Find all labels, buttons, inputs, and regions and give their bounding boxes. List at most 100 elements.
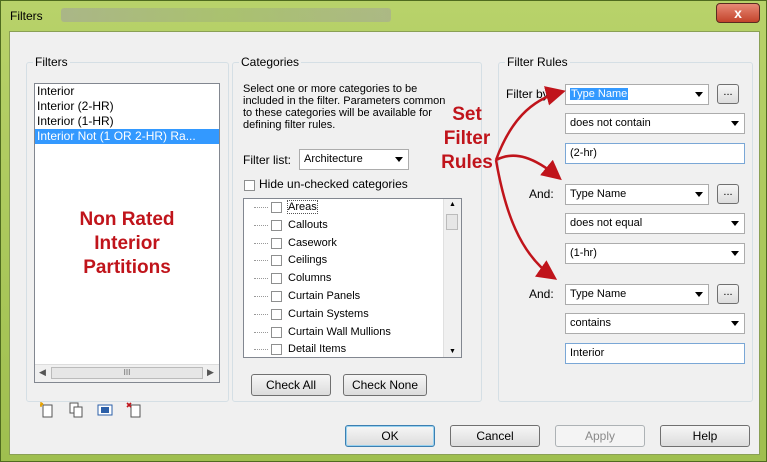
rule-2-ellipsis-button[interactable]: ... bbox=[717, 184, 739, 204]
category-item[interactable]: Areas bbox=[244, 199, 461, 217]
window-title: Filters bbox=[10, 9, 43, 23]
delete-filter-icon[interactable] bbox=[126, 402, 142, 418]
apply-button[interactable]: Apply bbox=[555, 425, 645, 447]
chevron-down-icon bbox=[731, 121, 739, 126]
hide-unchecked-label: Hide un-checked categories bbox=[259, 177, 408, 191]
chevron-down-icon bbox=[695, 92, 703, 97]
rule-2-operator-dropdown[interactable]: does not equal bbox=[565, 213, 745, 234]
filters-group-label: Filters bbox=[33, 55, 70, 69]
rule-3-value-field[interactable]: Interior bbox=[565, 343, 745, 364]
rule-3-operator-dropdown[interactable]: contains bbox=[565, 313, 745, 334]
rename-filter-icon[interactable] bbox=[97, 402, 113, 418]
rule-3-operator: contains bbox=[570, 317, 611, 329]
category-item[interactable]: Curtain Systems bbox=[244, 306, 461, 324]
category-label: Curtain Systems bbox=[288, 307, 369, 320]
filter-item-interior-1hr[interactable]: Interior (1-HR) bbox=[35, 114, 219, 129]
rule-1-parameter-dropdown[interactable]: Type Name bbox=[565, 84, 709, 105]
non-rated-annotation: Non Rated Interior Partitions bbox=[47, 208, 207, 280]
annotation-line: Filter bbox=[443, 128, 491, 149]
category-label: Curtain Wall Mullions bbox=[288, 325, 391, 338]
category-label: Areas bbox=[287, 200, 318, 214]
filter-item-interior[interactable]: Interior bbox=[35, 84, 219, 99]
set-filter-rules-annotation: Set Filter Rules bbox=[432, 103, 502, 175]
category-checkbox[interactable] bbox=[271, 202, 282, 213]
blurred-title-text bbox=[61, 8, 391, 22]
rule-2-operator: does not equal bbox=[570, 217, 643, 229]
ok-button[interactable]: OK bbox=[345, 425, 435, 447]
category-label: Columns bbox=[288, 272, 332, 285]
category-label: Ceilings bbox=[288, 254, 328, 267]
chevron-down-icon bbox=[731, 251, 739, 256]
rule-2-value-dropdown[interactable]: (1-hr) bbox=[565, 243, 745, 264]
filter-item-interior-not-rated[interactable]: Interior Not (1 OR 2-HR) Ra... bbox=[35, 129, 219, 144]
chevron-down-icon bbox=[731, 321, 739, 326]
rule-1-operator: does not contain bbox=[570, 117, 651, 129]
category-checkbox[interactable] bbox=[271, 255, 282, 267]
categories-description: Select one or more categories to be incl… bbox=[243, 83, 446, 131]
new-filter-icon[interactable] bbox=[39, 402, 55, 418]
filters-group: Filters Interior Interior (2-HR) Interio… bbox=[26, 55, 229, 418]
category-checkbox[interactable] bbox=[271, 344, 282, 356]
category-item[interactable]: Callouts bbox=[244, 217, 461, 235]
category-label: Casework bbox=[288, 236, 337, 249]
duplicate-filter-icon[interactable] bbox=[68, 402, 84, 418]
hide-unchecked-checkbox[interactable] bbox=[244, 180, 255, 191]
category-item[interactable]: Curtain Panels bbox=[244, 288, 461, 306]
close-button[interactable]: x bbox=[716, 3, 760, 23]
rule-3-parameter: Type Name bbox=[570, 288, 627, 300]
category-label: Detail Items bbox=[288, 343, 347, 356]
annotation-line: Interior bbox=[94, 233, 160, 254]
rule-3-parameter-dropdown[interactable]: Type Name bbox=[565, 284, 709, 305]
filter-list-value: Architecture bbox=[304, 153, 363, 165]
category-checkbox[interactable] bbox=[271, 290, 282, 302]
cancel-button[interactable]: Cancel bbox=[450, 425, 540, 447]
categories-list[interactable]: Areas Callouts Casework Ceilings Columns… bbox=[243, 198, 462, 358]
categories-vertical-scrollbar[interactable]: ▲ ▼ bbox=[443, 199, 461, 357]
scroll-thumb[interactable] bbox=[446, 214, 458, 230]
scroll-left-icon[interactable]: ◀ bbox=[39, 367, 46, 378]
category-label: Callouts bbox=[288, 218, 328, 231]
rule-2-label: And: bbox=[529, 187, 554, 201]
rule-3-ellipsis-button[interactable]: ... bbox=[717, 284, 739, 304]
category-checkbox[interactable] bbox=[271, 273, 282, 285]
rule-2-parameter-dropdown[interactable]: Type Name bbox=[565, 184, 709, 205]
categories-group-label: Categories bbox=[239, 55, 302, 69]
category-item[interactable]: Detail Items bbox=[244, 341, 461, 357]
scroll-down-icon[interactable]: ▼ bbox=[449, 348, 456, 355]
category-checkbox[interactable] bbox=[271, 326, 282, 338]
rule-2-value: (1-hr) bbox=[570, 247, 597, 259]
title-bar[interactable]: Filters x bbox=[1, 1, 767, 31]
category-checkbox[interactable] bbox=[271, 308, 282, 320]
category-checkbox[interactable] bbox=[271, 219, 282, 231]
category-label: Curtain Panels bbox=[288, 289, 361, 302]
filter-item-interior-2hr[interactable]: Interior (2-HR) bbox=[35, 99, 219, 114]
dialog-body: Filters Interior Interior (2-HR) Interio… bbox=[9, 31, 760, 455]
category-item[interactable]: Casework bbox=[244, 235, 461, 253]
rule-1-value-field[interactable]: (2-hr) bbox=[565, 143, 745, 164]
check-none-button[interactable]: Check None bbox=[343, 374, 427, 396]
annotation-line: Rules bbox=[441, 152, 493, 173]
scroll-thumb[interactable]: III bbox=[51, 367, 203, 379]
annotation-line: Non Rated bbox=[79, 209, 175, 230]
filters-dialog: Filters x Filters Interior Interior (2-H… bbox=[0, 0, 767, 462]
help-button[interactable]: Help bbox=[660, 425, 750, 447]
annotation-line: Set bbox=[452, 104, 482, 125]
category-item[interactable]: Columns bbox=[244, 270, 461, 288]
annotation-line: Partitions bbox=[83, 257, 171, 278]
filter-list-label: Filter list: bbox=[243, 153, 291, 167]
scroll-up-icon[interactable]: ▲ bbox=[449, 201, 456, 208]
rule-3-label: And: bbox=[529, 287, 554, 301]
chevron-down-icon bbox=[395, 157, 403, 162]
rule-1-ellipsis-button[interactable]: ... bbox=[717, 84, 739, 104]
check-all-button[interactable]: Check All bbox=[251, 374, 331, 396]
category-item[interactable]: Curtain Wall Mullions bbox=[244, 324, 461, 342]
chevron-down-icon bbox=[731, 221, 739, 226]
category-item[interactable]: Ceilings bbox=[244, 252, 461, 270]
chevron-down-icon bbox=[695, 192, 703, 197]
filters-horizontal-scrollbar[interactable]: ◀ III ▶ bbox=[35, 364, 219, 382]
filter-rules-group: Filter Rules Filter by: Type Name ... do… bbox=[498, 55, 753, 402]
category-checkbox[interactable] bbox=[271, 237, 282, 249]
rule-1-operator-dropdown[interactable]: does not contain bbox=[565, 113, 745, 134]
scroll-right-icon[interactable]: ▶ bbox=[207, 367, 214, 378]
filter-list-dropdown[interactable]: Architecture bbox=[299, 149, 409, 170]
